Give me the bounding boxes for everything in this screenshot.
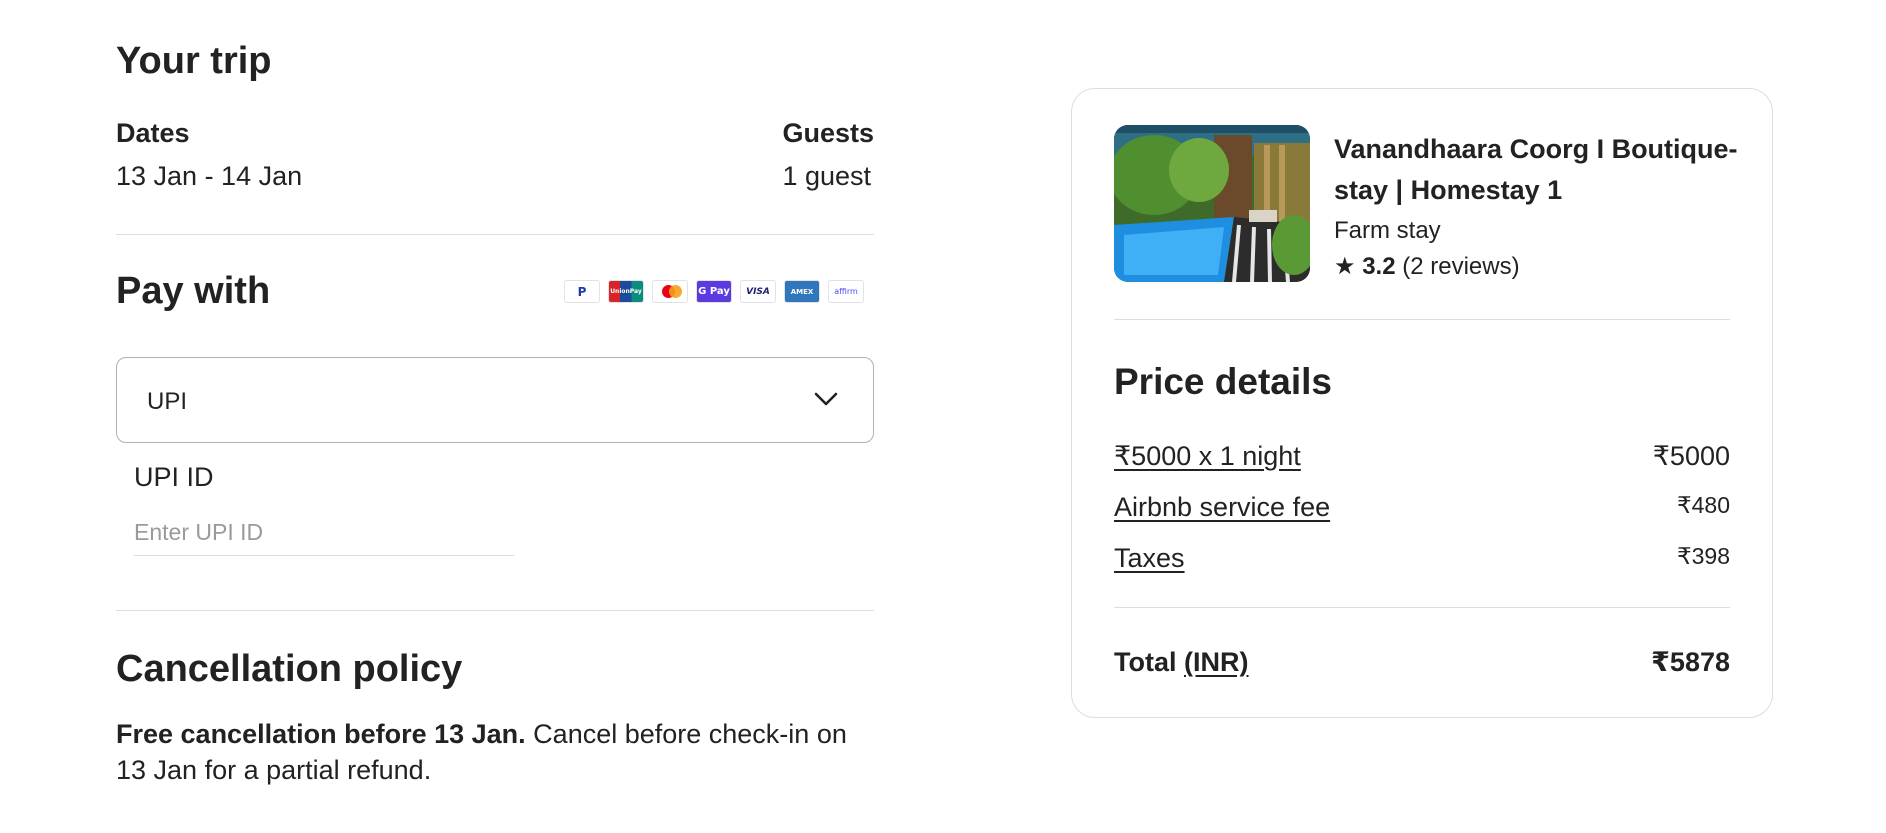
pay-with-heading: Pay with — [116, 270, 271, 312]
divider — [116, 234, 874, 235]
dates-label: Dates — [116, 118, 190, 148]
total-label: Total — [1114, 647, 1177, 677]
your-trip-heading: Your trip — [116, 40, 272, 82]
listing-rating: ★ 3.2 (2 reviews) — [1334, 252, 1520, 281]
chevron-down-icon — [814, 392, 838, 406]
affirm-icon: affirm — [828, 280, 864, 303]
payment-method-value: UPI — [147, 388, 188, 415]
gpay-icon: G Pay — [696, 280, 732, 303]
price-line-item: Taxes ₹398 — [1114, 543, 1730, 574]
visa-icon: VISA — [740, 280, 776, 303]
listing-photo[interactable] — [1114, 125, 1310, 282]
cancellation-policy-heading: Cancellation policy — [116, 648, 463, 690]
price-line-item: ₹5000 x 1 night ₹5000 — [1114, 441, 1730, 472]
guests-value: 1 guest — [782, 161, 872, 191]
nightly-rate-amount: ₹5000 — [1652, 441, 1730, 471]
paypal-icon: P — [564, 280, 600, 303]
amex-icon: AMEX — [784, 280, 820, 303]
upi-id-input[interactable] — [134, 510, 514, 556]
divider — [1114, 319, 1730, 320]
dates-value: 13 Jan - 14 Jan — [116, 161, 303, 191]
payment-card-icons: P UnionPay G Pay VISA AMEX affirm — [564, 280, 864, 303]
review-count: (2 reviews) — [1402, 253, 1520, 280]
total-amount: ₹5878 — [1651, 647, 1730, 677]
price-line-item: Airbnb service fee ₹480 — [1114, 492, 1730, 523]
service-fee-amount: ₹480 — [1676, 492, 1730, 518]
cancellation-policy-text: Free cancellation before 13 Jan. Cancel … — [116, 716, 874, 788]
star-icon: ★ — [1334, 252, 1356, 280]
guests-section: Guests 1 guest — [782, 118, 874, 192]
listing-title: Vanandhaara Coorg I Boutique-stay | Home… — [1334, 134, 1738, 205]
dates-section: Dates 13 Jan - 14 Jan — [116, 118, 302, 192]
trip-details: Dates 13 Jan - 14 Jan Guests 1 guest — [116, 118, 874, 198]
divider — [116, 610, 874, 611]
listing-type: Farm stay — [1334, 217, 1441, 244]
mastercard-icon — [652, 280, 688, 303]
booking-summary-card: Vanandhaara Coorg I Boutique-stay | Home… — [1071, 88, 1773, 718]
listing-photo-image — [1114, 125, 1310, 282]
nightly-rate-link[interactable]: ₹5000 x 1 night — [1114, 441, 1301, 471]
rating-value: 3.2 — [1362, 253, 1396, 280]
total-row: Total (INR) ₹5878 — [1114, 647, 1730, 678]
divider — [1114, 607, 1730, 608]
taxes-link[interactable]: Taxes — [1114, 543, 1185, 573]
payment-method-select[interactable]: UPI — [116, 357, 874, 443]
unionpay-icon: UnionPay — [608, 280, 644, 303]
guests-label: Guests — [782, 118, 874, 148]
service-fee-link[interactable]: Airbnb service fee — [1114, 492, 1330, 522]
taxes-amount: ₹398 — [1676, 543, 1730, 569]
price-details-heading: Price details — [1114, 361, 1333, 402]
upi-id-label: UPI ID — [134, 462, 214, 492]
cancellation-bold-text: Free cancellation before 13 Jan. — [116, 719, 526, 749]
currency-link[interactable]: (INR) — [1184, 647, 1248, 677]
